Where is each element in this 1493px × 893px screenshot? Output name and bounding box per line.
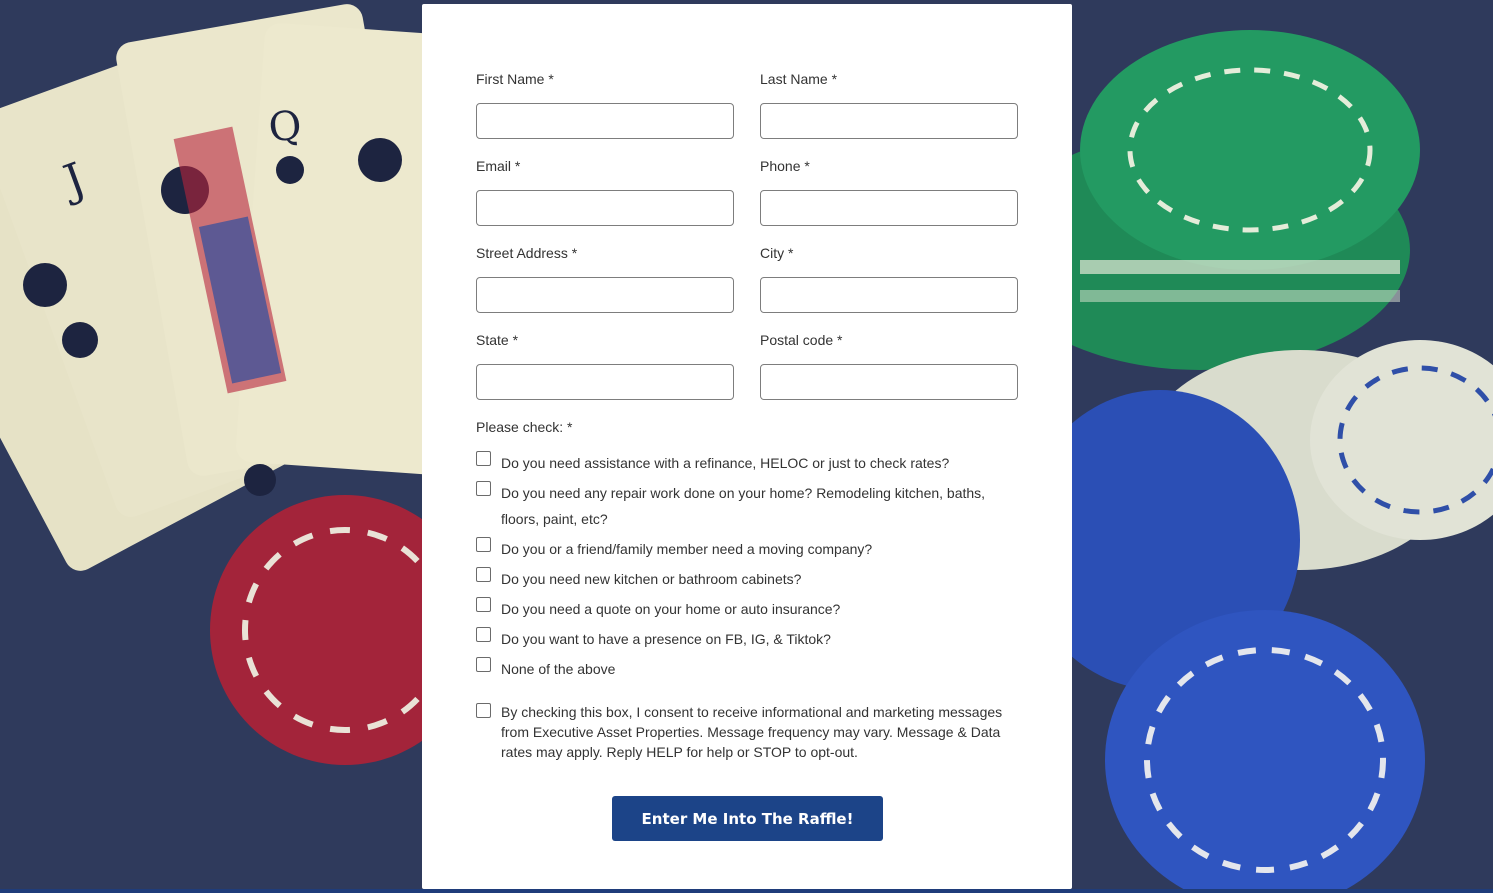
option-repair: Do you need any repair work done on your…	[476, 480, 996, 532]
option-refinance: Do you need assistance with a refinance,…	[476, 450, 996, 476]
option-moving: Do you or a friend/family member need a …	[476, 536, 996, 562]
street-address-field: Street Address *	[476, 244, 734, 331]
state-field: State *	[476, 331, 734, 418]
phone-field: Phone *	[760, 157, 1018, 244]
last-name-input[interactable]	[760, 103, 1018, 139]
option-repair-label: Do you need any repair work done on your…	[501, 485, 986, 527]
state-input[interactable]	[476, 364, 734, 400]
postal-code-input[interactable]	[760, 364, 1018, 400]
option-none-label: None of the above	[501, 661, 616, 677]
last-name-label: Last Name *	[760, 71, 838, 87]
option-insurance: Do you need a quote on your home or auto…	[476, 596, 996, 622]
phone-input[interactable]	[760, 190, 1018, 226]
option-moving-label: Do you or a friend/family member need a …	[501, 541, 873, 557]
please-check-label: Please check: *	[476, 419, 573, 435]
option-refinance-label: Do you need assistance with a refinance,…	[501, 455, 950, 471]
first-name-label: First Name *	[476, 71, 554, 87]
email-field: Email *	[476, 157, 734, 244]
street-address-label: Street Address *	[476, 245, 578, 261]
email-label: Email *	[476, 158, 521, 174]
option-social-checkbox[interactable]	[476, 627, 491, 642]
consent-text: By checking this box, I consent to recei…	[501, 704, 1003, 760]
first-name-input[interactable]	[476, 103, 734, 139]
last-name-field: Last Name *	[760, 70, 1018, 157]
postal-code-label: Postal code *	[760, 332, 843, 348]
state-label: State *	[476, 332, 519, 348]
option-refinance-checkbox[interactable]	[476, 451, 491, 466]
option-repair-checkbox[interactable]	[476, 481, 491, 496]
consent-row: By checking this box, I consent to recei…	[476, 702, 1006, 762]
option-none: None of the above	[476, 656, 996, 682]
option-none-checkbox[interactable]	[476, 657, 491, 672]
svg-text:Q: Q	[266, 102, 303, 151]
option-cabinets: Do you need new kitchen or bathroom cabi…	[476, 566, 996, 592]
service-options-list: Do you need assistance with a refinance,…	[476, 450, 996, 682]
email-input[interactable]	[476, 190, 734, 226]
phone-label: Phone *	[760, 158, 810, 174]
option-insurance-checkbox[interactable]	[476, 597, 491, 612]
bottom-border	[0, 889, 1493, 893]
consent-checkbox[interactable]	[476, 703, 491, 718]
postal-code-field: Postal code *	[760, 331, 1018, 418]
street-address-input[interactable]	[476, 277, 734, 313]
first-name-field: First Name *	[476, 70, 734, 157]
option-insurance-label: Do you need a quote on your home or auto…	[501, 601, 841, 617]
option-social: Do you want to have a presence on FB, IG…	[476, 626, 996, 652]
submit-raffle-button[interactable]: Enter Me Into The Raffle!	[612, 796, 883, 841]
option-moving-checkbox[interactable]	[476, 537, 491, 552]
city-label: City *	[760, 245, 794, 261]
city-field: City *	[760, 244, 1018, 331]
option-cabinets-label: Do you need new kitchen or bathroom cabi…	[501, 571, 802, 587]
option-social-label: Do you want to have a presence on FB, IG…	[501, 631, 831, 647]
contact-fields-grid: First Name * Last Name * Email * Phone *…	[476, 70, 1018, 418]
raffle-form-card: First Name * Last Name * Email * Phone *…	[422, 4, 1072, 889]
option-cabinets-checkbox[interactable]	[476, 567, 491, 582]
city-input[interactable]	[760, 277, 1018, 313]
